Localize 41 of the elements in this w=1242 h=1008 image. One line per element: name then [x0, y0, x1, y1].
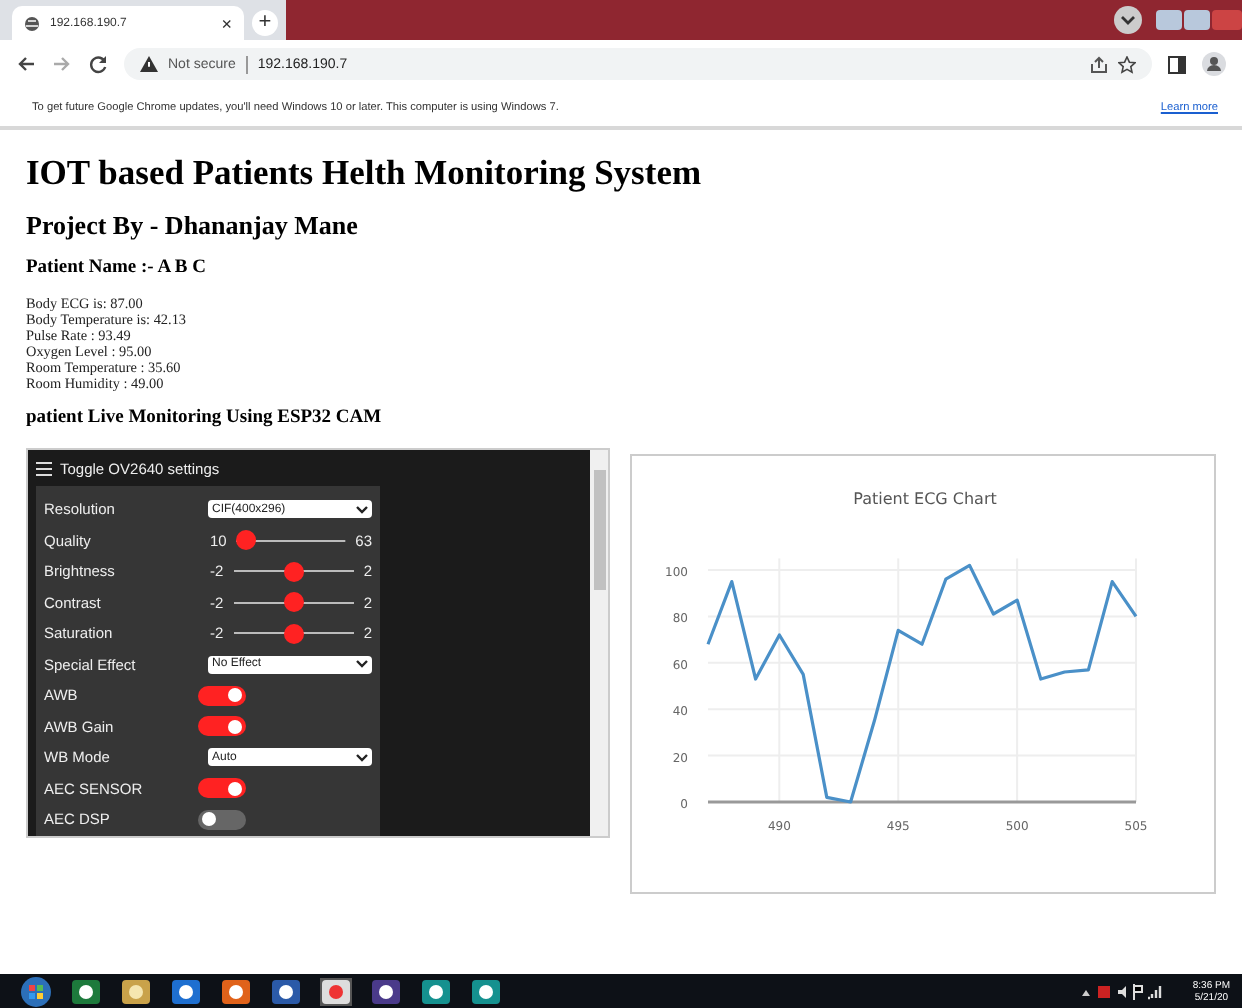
chevron-icon [356, 505, 368, 514]
app-icon[interactable] [270, 977, 302, 1005]
project-author: Project By - Dhananjay Mane [26, 210, 360, 242]
chevron-icon [356, 753, 368, 762]
slider-thumb[interactable] [236, 530, 257, 551]
toggle-switch[interactable] [198, 685, 246, 706]
tray-icons-drawing [1082, 983, 1163, 999]
page-title: IOT based Patients Helth Monitoring System [26, 152, 704, 194]
chart-title: Patient ECG Chart [853, 490, 997, 508]
side-panel-icon[interactable] [1168, 55, 1186, 73]
app-icon[interactable] [420, 977, 452, 1005]
start-button[interactable] [20, 975, 52, 1007]
app-icon[interactable] [120, 977, 152, 1005]
slider-thumb[interactable] [283, 623, 304, 644]
app-icon[interactable] [170, 977, 202, 1005]
app-icon[interactable] [70, 977, 102, 1005]
app-icon[interactable] [220, 977, 252, 1005]
reload-icon[interactable] [88, 54, 108, 74]
app-icon[interactable] [370, 977, 402, 1005]
toggle-switch[interactable] [198, 778, 246, 799]
app-icon[interactable] [470, 977, 502, 1005]
new-tab-button[interactable]: + [252, 10, 278, 36]
patient-name: Patient Name :- A B C [26, 258, 208, 278]
chevron-icon [356, 660, 368, 669]
back-icon[interactable] [16, 54, 36, 74]
star-icon[interactable] [1118, 55, 1136, 73]
toggle-switch[interactable] [198, 809, 246, 830]
globe-icon [24, 15, 40, 31]
warning-icon [140, 56, 158, 72]
share-icon[interactable] [1090, 55, 1108, 73]
slider-thumb[interactable] [283, 561, 304, 582]
app-icon[interactable] [320, 977, 352, 1005]
window-controls-icon[interactable] [1154, 8, 1242, 32]
close-tab-button[interactable]: × [221, 13, 232, 33]
scrollbar[interactable] [590, 450, 608, 836]
slider-thumb[interactable] [283, 592, 304, 613]
toggle-switch[interactable] [198, 716, 246, 737]
section-heading: patient Live Monitoring Using ESP32 CAM [26, 408, 384, 428]
menu-icon[interactable] [36, 462, 52, 476]
profile-icon[interactable] [1202, 52, 1226, 76]
dropdown-icon[interactable] [1114, 6, 1142, 34]
